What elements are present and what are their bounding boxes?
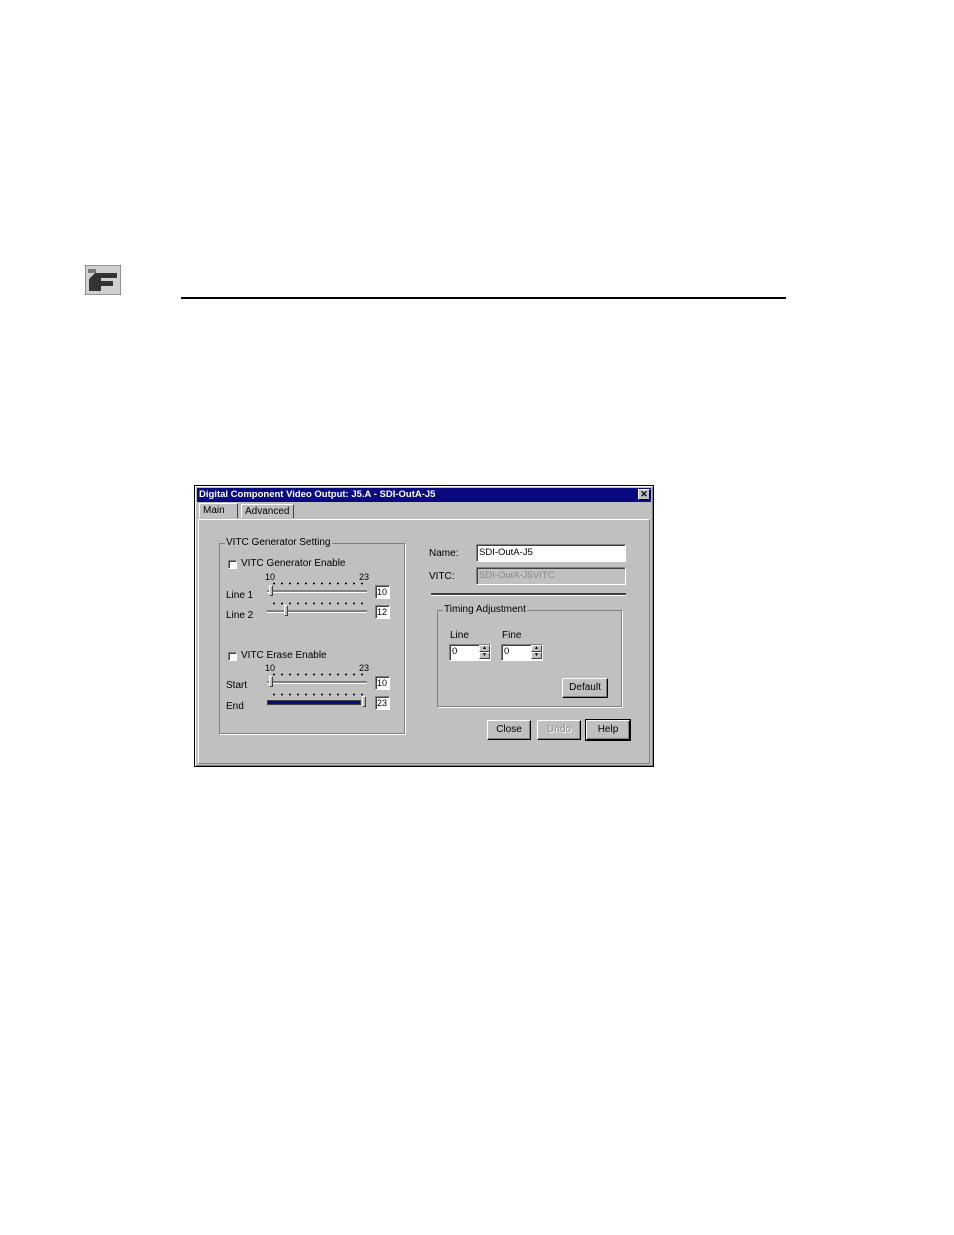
vitc-erase-enable-checkbox[interactable] <box>228 652 237 661</box>
timing-fine-spin-buttons: ▲ ▼ <box>531 645 542 660</box>
vitc-erase-enable-label: VITC Erase Enable <box>241 650 327 661</box>
end-value: 23 <box>375 696 390 710</box>
default-button[interactable]: Default <box>562 678 608 698</box>
close-icon[interactable]: ✕ <box>638 489 650 500</box>
main-tab-panel: VITC Generator Setting VITC Generator En… <box>198 519 650 764</box>
section-rule <box>181 297 786 299</box>
spin-up-icon[interactable]: ▲ <box>479 645 490 652</box>
timing-adjustment-group: Timing Adjustment Line 0 ▲ ▼ Fine 0 ▲ ▼ … <box>437 604 622 707</box>
timing-fine-label: Fine <box>502 630 522 641</box>
end-slider-selection <box>267 700 361 705</box>
vitc-generator-enable-label: VITC Generator Enable <box>241 558 346 569</box>
help-button[interactable]: Help <box>585 719 631 741</box>
line1-slider-track <box>267 590 367 593</box>
name-label: Name: <box>429 548 459 559</box>
start-value: 10 <box>375 676 390 690</box>
erase-range-max-label: 23 <box>359 663 370 673</box>
start-slider-track <box>267 681 367 684</box>
start-slider-thumb[interactable] <box>269 676 273 687</box>
erase-range-min-label: 10 <box>265 663 276 673</box>
line1-value: 10 <box>375 585 390 599</box>
vitc-label: VITC: <box>429 571 455 582</box>
vitc-generator-group: VITC Generator Setting VITC Generator En… <box>219 537 405 734</box>
line1-slider-thumb[interactable] <box>269 585 273 596</box>
separator <box>431 593 626 596</box>
start-slider-ticks <box>270 673 364 676</box>
name-input[interactable]: SDI-OutA-J5 <box>476 544 626 562</box>
undo-button[interactable]: Undo <box>537 720 581 740</box>
end-slider-thumb[interactable] <box>362 696 366 707</box>
tab-advanced[interactable]: Advanced <box>241 504 294 518</box>
line2-slider[interactable] <box>267 602 367 618</box>
line2-slider-track <box>267 610 367 613</box>
line-range-max-label: 23 <box>359 572 370 582</box>
timing-fine-value: 0 <box>504 646 510 657</box>
end-label: End <box>226 701 244 712</box>
line2-slider-thumb[interactable] <box>284 605 288 616</box>
timing-fine-spinner[interactable]: 0 ▲ ▼ <box>501 644 543 661</box>
spin-up-icon[interactable]: ▲ <box>531 645 542 652</box>
spin-down-icon[interactable]: ▼ <box>479 652 490 659</box>
tab-main[interactable]: Main <box>199 503 238 518</box>
timing-line-value: 0 <box>452 646 458 657</box>
dialog-title: Digital Component Video Output: J5.A - S… <box>199 489 436 500</box>
line2-value: 12 <box>375 605 390 619</box>
start-slider[interactable] <box>267 673 367 689</box>
start-label: Start <box>226 680 248 691</box>
spin-down-icon[interactable]: ▼ <box>531 652 542 659</box>
line1-slider-ticks <box>270 582 364 585</box>
dialog-titlebar[interactable]: Digital Component Video Output: J5.A - S… <box>197 488 651 502</box>
end-slider-ticks <box>270 693 364 696</box>
vitc-input: SDI-OutA-J5VITC <box>476 567 626 585</box>
line2-label: Line 2 <box>226 610 254 621</box>
timing-line-label: Line <box>450 630 469 641</box>
timing-line-spinner[interactable]: 0 ▲ ▼ <box>449 644 491 661</box>
line1-label: Line 1 <box>226 590 254 601</box>
close-button[interactable]: Close <box>487 720 531 740</box>
timing-line-spin-buttons: ▲ ▼ <box>479 645 490 660</box>
line-range-min-label: 10 <box>265 572 276 582</box>
vitc-generator-group-label: VITC Generator Setting <box>225 537 332 548</box>
timing-adjustment-group-label: Timing Adjustment <box>443 604 527 615</box>
output-dialog: Digital Component Video Output: J5.A - S… <box>194 485 654 767</box>
vitc-generator-enable-checkbox[interactable] <box>228 560 237 569</box>
end-slider[interactable] <box>267 693 367 709</box>
line1-slider[interactable] <box>267 582 367 598</box>
company-logo-icon <box>85 265 121 295</box>
